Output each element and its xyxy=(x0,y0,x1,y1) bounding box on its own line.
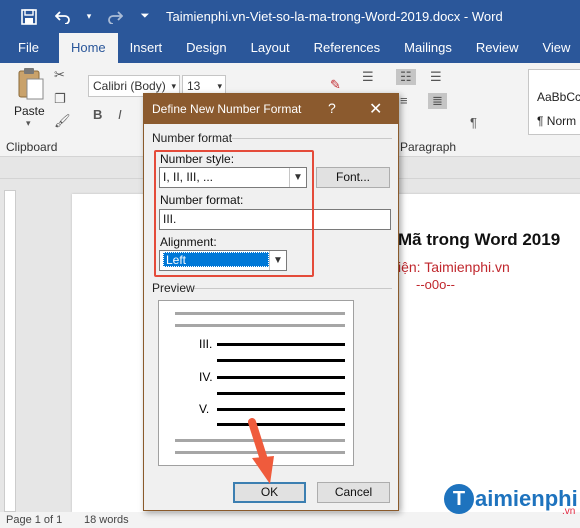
document-separator[interactable]: --o0o-- xyxy=(416,277,455,292)
title-bar: ▾ ⏷ Taimienphi.vn-Viet-so-la-ma-trong-Wo… xyxy=(0,0,580,33)
preview-section-label: Preview xyxy=(152,281,195,295)
vertical-ruler xyxy=(4,190,16,512)
preview-line xyxy=(217,376,345,379)
help-button[interactable]: ? xyxy=(328,100,336,116)
justify-icon[interactable]: ≣ xyxy=(428,93,447,109)
tab-view[interactable]: View xyxy=(530,33,580,63)
tab-review[interactable]: Review xyxy=(464,33,531,63)
style-normal-card[interactable]: AaBbCcI ¶ Norm xyxy=(528,69,580,135)
preview-number: III. xyxy=(199,337,213,351)
section-divider xyxy=(194,288,392,289)
tab-mailings[interactable]: Mailings xyxy=(392,33,464,63)
preview-line xyxy=(175,324,345,327)
preview-line xyxy=(217,392,345,395)
clear-format-icon[interactable]: ✎ xyxy=(330,77,341,93)
multilevel-list-icon[interactable]: ☰ xyxy=(430,69,442,85)
tab-insert[interactable]: Insert xyxy=(118,33,175,63)
paste-label[interactable]: Paste xyxy=(14,104,45,118)
preview-line xyxy=(217,343,345,346)
page-count[interactable]: Page 1 of 1 xyxy=(6,514,62,526)
logo-suffix: .vn xyxy=(562,506,576,517)
tab-layout[interactable]: Layout xyxy=(239,33,302,63)
watermark-logo: T aimienphi .vn xyxy=(444,484,578,517)
dialog-title: Define New Number Format xyxy=(152,102,302,116)
preview-line xyxy=(217,423,345,426)
paragraph-group-label: Paragraph xyxy=(400,140,457,154)
preview-line xyxy=(217,408,345,411)
font-button[interactable]: Font... xyxy=(316,167,390,188)
bullets-icon[interactable]: ☰ xyxy=(362,69,374,85)
align-right-icon[interactable]: ≡ xyxy=(400,93,408,108)
section-divider xyxy=(232,138,392,139)
numbering-icon[interactable]: ☷ xyxy=(396,69,416,85)
logo-letter: T xyxy=(444,484,474,514)
arrow-pointer-icon xyxy=(248,418,274,484)
word-count[interactable]: 18 words xyxy=(84,514,129,526)
window-title: Taimienphi.vn-Viet-so-la-ma-trong-Word-2… xyxy=(166,9,503,24)
tab-file[interactable]: File xyxy=(0,33,59,63)
format-painter-icon[interactable]: 🖌 xyxy=(54,113,71,129)
tab-home[interactable]: Home xyxy=(58,33,118,63)
number-format-section-label: Number format xyxy=(152,131,233,145)
paste-icon[interactable] xyxy=(16,67,46,104)
cancel-button[interactable]: Cancel xyxy=(317,482,390,503)
preview-line xyxy=(175,312,345,315)
document-heading[interactable]: Mã trong Word 2019 xyxy=(398,230,560,250)
tab-references[interactable]: References xyxy=(302,33,392,63)
cut-icon[interactable]: ✂ xyxy=(54,67,65,83)
preview-number: V. xyxy=(199,402,210,416)
dialog-title-bar: Define New Number Format ? ✕ xyxy=(144,94,398,124)
redo-icon[interactable] xyxy=(104,6,126,28)
customize-qat-icon[interactable]: ⏷ xyxy=(134,6,156,28)
document-subtitle[interactable]: iện: Taimienphi.vn xyxy=(398,259,510,275)
undo-icon[interactable] xyxy=(52,6,74,28)
undo-dropdown-icon[interactable]: ▾ xyxy=(78,6,100,28)
highlight-box xyxy=(154,150,314,277)
tab-design[interactable]: Design xyxy=(174,33,238,63)
preview-line xyxy=(217,359,345,362)
preview-number: IV. xyxy=(199,370,213,384)
copy-icon[interactable]: ❐ xyxy=(54,91,66,107)
paste-dropdown-icon[interactable]: ▾ xyxy=(26,118,31,129)
pilcrow-icon[interactable]: ¶ xyxy=(470,115,477,130)
italic-button[interactable]: I xyxy=(118,107,122,122)
save-icon[interactable] xyxy=(18,6,40,28)
clipboard-group-label: Clipboard xyxy=(6,140,58,154)
ribbon-tabs: File Home Insert Design Layout Reference… xyxy=(0,33,580,63)
status-bar: Page 1 of 1 18 words xyxy=(0,512,580,528)
close-button[interactable]: ✕ xyxy=(369,99,382,119)
bold-button[interactable]: B xyxy=(93,107,102,122)
